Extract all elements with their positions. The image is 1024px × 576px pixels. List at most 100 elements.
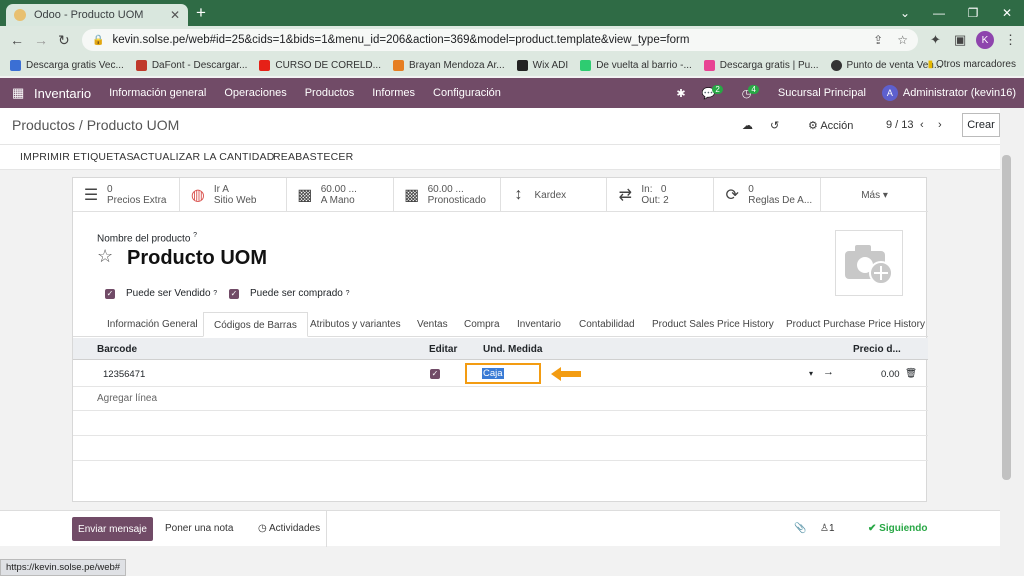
bookmark-item[interactable]: Descarga gratis | Pu... [703, 59, 819, 71]
back-icon[interactable]: ← [10, 32, 24, 48]
chrome-menu-icon[interactable]: ⋮ [1004, 32, 1017, 48]
restore-icon[interactable]: ❐ [956, 0, 990, 26]
bookmark-item[interactable]: DaFont - Descargar... [135, 59, 247, 71]
favorite-star-icon[interactable]: ☆ [97, 246, 113, 267]
odoo-favicon-icon [14, 9, 26, 21]
forecasted-button[interactable]: ▩ 60.00 ... Pronosticado [394, 178, 501, 212]
bookmark-item[interactable]: Brayan Mendoza Ar... [393, 59, 505, 71]
share-icon[interactable]: ⇪ [873, 33, 883, 47]
in-out-button[interactable]: ⇄ In: 0 Out: 2 [607, 178, 715, 212]
url-bar[interactable]: 🔒 kevin.solse.pe/web#id=25&cids=1&bids=1… [82, 29, 918, 51]
action-menu[interactable]: ⚙ Acción [808, 119, 853, 132]
menu-configuracion[interactable]: Configuración [433, 87, 501, 99]
following-button[interactable]: ✔ Siguiendo [868, 523, 928, 534]
tab-inventario[interactable]: Inventario [517, 319, 561, 330]
tab-product-sales-price-history[interactable]: Product Sales Price History [652, 319, 774, 330]
tab-contabilidad[interactable]: Contabilidad [579, 319, 635, 330]
forward-icon[interactable]: → [34, 32, 48, 48]
discard-icon[interactable]: ↺ [770, 119, 779, 132]
pager-next-icon[interactable]: › [938, 119, 942, 131]
minimize-icon[interactable]: — [922, 0, 956, 26]
gear-icon: ⚙ [808, 120, 818, 132]
debug-bug-icon[interactable]: ✱ [676, 87, 685, 100]
col-editar[interactable]: Editar [429, 344, 457, 355]
browser-titlebar: Odoo - Producto UOM ✕ + ⌄ — ❐ ✕ [0, 0, 1024, 26]
menu-informes[interactable]: Informes [372, 87, 415, 99]
trash-icon[interactable]: 🗑 [905, 368, 917, 379]
replenish-button[interactable]: REABASTECER [273, 151, 353, 163]
user-menu[interactable]: A Administrator (kevin16) [881, 85, 1016, 101]
on-hand-button[interactable]: ▩ 60.00 ... A Mano [287, 178, 394, 212]
kardex-button[interactable]: ↕ Kardex [501, 178, 608, 212]
tab-product-purchase-price-history[interactable]: Product Purchase Price History [786, 319, 925, 330]
pager-value: 9 / 13 [886, 119, 914, 131]
tab-informacion-general[interactable]: Información General [107, 319, 198, 330]
company-switcher[interactable]: Sucursal Principal [778, 87, 866, 99]
bookmark-item[interactable]: Descarga gratis Vec... [10, 59, 124, 71]
can-be-purchased-checkbox[interactable]: ✓ [229, 288, 239, 299]
app-name[interactable]: Inventario [34, 86, 91, 101]
tab-compra[interactable]: Compra [464, 319, 500, 330]
close-window-icon[interactable]: ✕ [990, 0, 1024, 26]
menu-productos[interactable]: Productos [305, 87, 355, 99]
close-tab-icon[interactable]: ✕ [170, 8, 180, 22]
barcode-cell[interactable]: 12356471 [103, 369, 145, 380]
other-bookmarks[interactable]: ▮ Otros marcadores [928, 59, 1016, 70]
product-image[interactable] [835, 230, 903, 296]
send-message-button[interactable]: Enviar mensaje [72, 517, 153, 541]
external-link-arrow-icon[interactable]: → [823, 366, 834, 378]
activity-clock-icon[interactable]: ◷4 [742, 84, 762, 100]
tab-atributos-variantes[interactable]: Atributos y variantes [310, 319, 401, 330]
extra-prices-button[interactable]: ☰ 0 Precios Extra [73, 178, 180, 212]
product-name[interactable]: Producto UOM [127, 247, 267, 270]
tab-ventas[interactable]: Ventas [417, 319, 448, 330]
pager-previous-icon[interactable]: ‹ [920, 119, 924, 131]
profile-avatar[interactable]: K [976, 31, 994, 49]
col-uom[interactable]: Und. Medida [483, 344, 542, 355]
messaging-icon[interactable]: 💬2 [702, 84, 726, 100]
can-be-purchased-field[interactable]: ✓ Puede ser comprado ? [229, 288, 350, 299]
table-row[interactable]: 12356471 ✓ Caja ▾ → 0.00 🗑 [73, 361, 928, 387]
menu-informacion-general[interactable]: Información general [109, 87, 206, 99]
exchange-icon: ⇄ [618, 187, 633, 204]
editar-checkbox[interactable]: ✓ [430, 369, 440, 379]
bookmark-item[interactable]: CURSO DE CORELD... [259, 59, 381, 71]
print-labels-button[interactable]: IMPRIMIR ETIQUETAS [20, 151, 134, 163]
scrollbar-thumb[interactable] [1002, 155, 1011, 480]
reorder-rules-button[interactable]: ⟳ 0 Reglas De A... [714, 178, 822, 212]
paperclip-icon[interactable]: 📎 [794, 523, 806, 534]
browser-tab[interactable]: Odoo - Producto UOM ✕ [6, 4, 188, 26]
bookmark-favicon-icon [703, 59, 715, 71]
dropdown-caret-icon[interactable]: ▾ [809, 369, 813, 378]
uom-field-input[interactable]: Caja [465, 363, 541, 384]
bookmark-item[interactable]: Wix ADI [516, 59, 568, 71]
vertical-arrows-icon: ↕ [514, 186, 523, 203]
bookmark-star-icon[interactable]: ☆ [897, 33, 908, 47]
col-barcode[interactable]: Barcode [97, 344, 137, 355]
bookmark-item[interactable]: Punto de venta Ven... [830, 59, 942, 71]
side-panel-icon[interactable]: ▣ [954, 32, 966, 48]
price-cell[interactable]: 0.00 [881, 369, 900, 380]
breadcrumb[interactable]: Productos / Producto UOM [12, 117, 179, 133]
col-price[interactable]: Precio d... [853, 344, 901, 355]
reload-icon[interactable]: ↻ [58, 32, 70, 49]
new-tab-icon[interactable]: + [196, 4, 206, 22]
can-be-sold-checkbox[interactable]: ✓ [105, 288, 115, 299]
website-button[interactable]: ◍ Ir A Sitio Web [180, 178, 287, 212]
apps-grid-icon[interactable]: ▦ [12, 85, 26, 101]
cloud-upload-icon[interactable]: ☁ [742, 119, 753, 132]
lock-icon: 🔒 [92, 34, 105, 46]
update-quantity-button[interactable]: ACTUALIZAR LA CANTIDAD [133, 151, 275, 163]
activities-button[interactable]: ◷ Actividades [258, 523, 320, 534]
menu-operaciones[interactable]: Operaciones [224, 87, 286, 99]
extensions-icon[interactable]: ✦ [930, 32, 941, 48]
followers-button[interactable]: ♙1 [820, 523, 835, 534]
create-button[interactable]: Crear [962, 113, 1000, 137]
more-button[interactable]: Más ▾ [821, 178, 928, 212]
tab-codigos-de-barras[interactable]: Códigos de Barras [203, 312, 308, 337]
bookmark-item[interactable]: De vuelta al barrio -... [580, 59, 692, 71]
log-note-button[interactable]: Poner una nota [165, 523, 233, 534]
activity-count-badge: 4 [748, 84, 759, 94]
tab-search-icon[interactable]: ⌄ [888, 0, 922, 26]
can-be-sold-field[interactable]: ✓ Puede ser Vendido ? [105, 288, 217, 299]
